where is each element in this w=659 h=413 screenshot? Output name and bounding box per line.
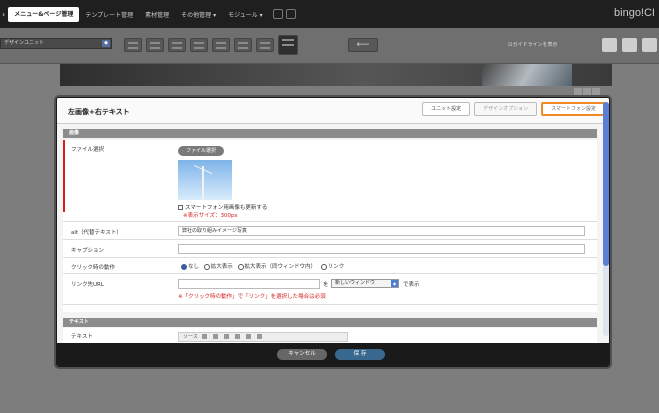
radio-zoom-label: 拡大表示: [210, 264, 233, 270]
unit-select[interactable]: デザインユニット ◆: [0, 38, 112, 49]
tab-smartphone-settings[interactable]: スマートフォン設定: [541, 102, 606, 116]
section-header-text: テキスト: [63, 318, 597, 327]
size-note: ※表示サイズ：300px: [183, 213, 238, 219]
radio-link-label: リンク: [327, 264, 345, 270]
minimize-icon[interactable]: [574, 88, 582, 95]
radio-none-label: なし: [188, 264, 200, 270]
click-action-label: クリック時の動作: [71, 265, 116, 271]
radio-link[interactable]: [320, 263, 327, 270]
layout-img-right-button[interactable]: [190, 38, 208, 52]
alt-row: alt（代替テキスト） 弊社の取り組みイメージ写真: [63, 223, 597, 240]
list-icon[interactable]: [235, 334, 241, 339]
layout-img-left-button[interactable]: [168, 38, 186, 52]
unit-settings-modal: 左画像+右テキスト ユニット設定 デザインオプション スマートフォン設定 画像 …: [56, 97, 610, 367]
window-target-select[interactable]: 新しいウィンドウ ◆: [331, 279, 399, 288]
layout-toolbar: デザインユニット ◆ ⟵ ☑ガイドラインを表示: [0, 28, 659, 64]
hero-image: [60, 64, 612, 86]
link-url-row: リンク先URL を 新しいウィンドウ ◆ で表示 ※「クリック時の動作」で「リン…: [63, 275, 597, 305]
align-icon[interactable]: [246, 334, 252, 339]
link-url-input[interactable]: [178, 279, 320, 289]
url-display-suffix: で表示: [403, 282, 420, 288]
bold-icon[interactable]: [202, 334, 208, 339]
text-label: テキスト: [71, 334, 93, 340]
rich-text-toolbar[interactable]: ソース: [178, 332, 348, 342]
caption-row: キャプション: [63, 241, 597, 258]
layout-2col-button[interactable]: [146, 38, 164, 52]
layout-split-button[interactable]: [256, 38, 274, 52]
modal-tabs: ユニット設定 デザインオプション スマートフォン設定: [422, 102, 606, 116]
dropdown-arrow-icon: ◆: [391, 280, 398, 287]
scrollbar-thumb[interactable]: [603, 102, 609, 266]
radio-none[interactable]: [181, 263, 187, 270]
tab-design-options[interactable]: デザインオプション: [474, 102, 538, 116]
dropdown-arrow-icon: ◆: [102, 40, 110, 47]
layout-wide-button[interactable]: [234, 38, 252, 52]
search-icon[interactable]: [272, 9, 283, 19]
nav-item-assets[interactable]: 素材管理: [139, 10, 175, 19]
layout-1col-button[interactable]: [124, 38, 142, 52]
window-controls: [574, 88, 600, 95]
alt-label: alt（代替テキスト）: [71, 230, 122, 236]
nav-back-icon[interactable]: ›: [2, 10, 5, 19]
file-label: ファイル選択: [71, 147, 105, 153]
maximize-icon[interactable]: [583, 88, 591, 95]
radio-zoom-same-window[interactable]: [237, 263, 244, 270]
cancel-button[interactable]: キャンセル: [277, 349, 327, 360]
layout-3col-button[interactable]: [212, 38, 230, 52]
close-icon[interactable]: [592, 88, 600, 95]
nav-item-template[interactable]: テンプレート管理: [79, 10, 139, 19]
layout-grid-button[interactable]: [278, 35, 298, 55]
image-thumbnail[interactable]: [178, 160, 232, 200]
modal-title: 左画像+右テキスト: [68, 108, 130, 116]
underline-icon[interactable]: [224, 334, 230, 339]
checkbox-icon[interactable]: [178, 205, 183, 210]
save-button[interactable]: 保 存: [335, 349, 385, 360]
paste-icon[interactable]: [622, 38, 637, 52]
file-select-button[interactable]: ファイル選択: [178, 146, 224, 156]
window-target-value: 新しいウィンドウ: [335, 280, 376, 286]
tool-icons: [602, 38, 657, 52]
nav-icons: [272, 9, 296, 19]
top-nav: › メニュー&ページ管理 テンプレート管理 素材管理 その他管理 ▾ モジュール…: [0, 0, 296, 28]
brand-logo: bingo!CI: [614, 7, 655, 19]
sp-update-checkbox[interactable]: スマートフォン用画像も更新する: [178, 203, 267, 211]
nav-item-module[interactable]: モジュール ▾: [222, 10, 269, 19]
source-button[interactable]: ソース: [183, 334, 198, 340]
tab-unit-settings[interactable]: ユニット設定: [422, 102, 471, 116]
file-row: ファイル選択 ファイル選択 スマートフォン用画像も更新する ※表示サイズ：300…: [63, 140, 597, 222]
radio-zoom[interactable]: [203, 263, 210, 270]
click-action-radios: なし 拡大表示 拡大表示（同ウィンドウ内） リンク: [178, 262, 344, 270]
modal-scrollbar[interactable]: [603, 102, 609, 336]
modal-footer: キャンセル 保 存: [57, 343, 609, 366]
nav-item-menu-page[interactable]: メニュー&ページ管理: [8, 6, 80, 22]
layout-buttons: [124, 35, 298, 55]
grid-icon[interactable]: [285, 9, 296, 19]
nav-item-other[interactable]: その他管理 ▾: [175, 10, 222, 19]
url-particle: を: [323, 282, 329, 288]
guideline-toggle[interactable]: ☑ガイドラインを表示: [508, 41, 557, 48]
settings-icon[interactable]: [642, 38, 657, 52]
unit-form: ファイル選択 ファイル選択 スマートフォン用画像も更新する ※表示サイズ：300…: [63, 140, 597, 312]
section-header-image: 画像: [63, 129, 597, 138]
undo-arrow-icon[interactable]: ⟵: [348, 38, 378, 52]
caption-input[interactable]: [178, 244, 585, 254]
alt-input[interactable]: 弊社の取り組みイメージ写真: [178, 226, 585, 236]
link-url-label: リンク先URL: [71, 282, 104, 288]
modal-header: 左画像+右テキスト ユニット設定 デザインオプション スマートフォン設定: [57, 98, 609, 124]
top-nav-bar: › メニュー&ページ管理 テンプレート管理 素材管理 その他管理 ▾ モジュール…: [0, 0, 659, 28]
text-row: テキスト ソース: [63, 328, 597, 343]
link-icon[interactable]: [257, 334, 263, 339]
italic-icon[interactable]: [213, 334, 219, 339]
url-required-note: ※「クリック時の動作」で「リンク」を選択した場合は必須: [178, 294, 326, 300]
radio-zoom-same-window-label: 拡大表示（同ウィンドウ内）: [244, 264, 317, 270]
click-action-row: クリック時の動作 なし 拡大表示 拡大表示（同ウィンドウ内） リンク: [63, 259, 597, 274]
copy-icon[interactable]: [602, 38, 617, 52]
caption-label: キャプション: [71, 248, 105, 254]
unit-select-value: デザインユニット: [4, 40, 45, 46]
